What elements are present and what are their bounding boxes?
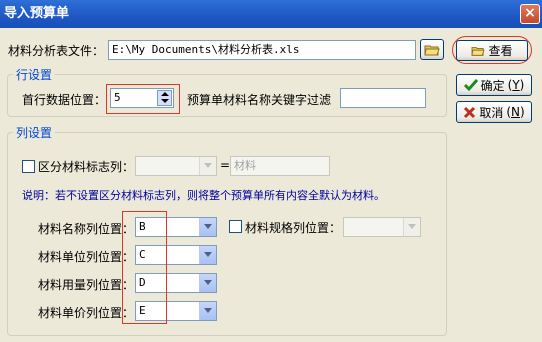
name-col-label: 材料名称列位置：: [38, 222, 135, 236]
ok-button-shortcut: (Y): [507, 78, 525, 92]
keyword-filter-label: 预算单材料名称关键字过滤: [187, 93, 332, 107]
col-settings-title: 列设置: [13, 124, 56, 141]
chevron-down-icon: [199, 246, 216, 264]
spec-col-label: 材料规格列位置：: [245, 221, 342, 235]
first-row-spinner[interactable]: 5: [110, 88, 174, 108]
chevron-down-icon: [199, 218, 216, 236]
chevron-down-icon: [199, 157, 216, 175]
first-row-label: 首行数据位置：: [22, 93, 107, 107]
chevron-down-icon: [199, 274, 216, 292]
column-values-highlight: [122, 211, 167, 324]
cancel-button-label: 取消: [479, 105, 504, 120]
file-path-input[interactable]: E:\My Documents\材料分析表.xls: [108, 40, 416, 60]
chevron-down-icon: [403, 218, 420, 236]
price-col-label: 材料单价列位置：: [38, 306, 135, 320]
browse-file-button[interactable]: [420, 39, 444, 60]
ok-button[interactable]: 确定 (Y): [456, 74, 532, 96]
material-flag-input[interactable]: 材料: [230, 156, 330, 176]
window-titlebar: 导入预算单 ×: [0, 0, 542, 28]
distinguish-select[interactable]: [135, 156, 217, 176]
cancel-button[interactable]: 取消 (N): [456, 101, 532, 123]
cancel-button-shortcut: (N): [506, 105, 525, 119]
note-text: 说明：若不设置区分材料标志列，则将整个预算单所有内容全默认为材料。: [22, 189, 385, 202]
check-icon: [463, 79, 478, 92]
first-row-value: 5: [114, 91, 121, 104]
cancel-icon: [464, 106, 476, 118]
spec-col-select[interactable]: [343, 217, 421, 237]
keyword-filter-input[interactable]: [340, 88, 426, 108]
window-title: 导入预算单: [4, 6, 70, 21]
row-settings-title: 行设置: [13, 66, 56, 83]
unit-col-label: 材料单位列位置：: [38, 250, 135, 264]
distinguish-checkbox[interactable]: [22, 160, 35, 173]
folder-icon: [424, 45, 440, 55]
spinner-arrows-icon[interactable]: [157, 90, 172, 106]
qty-col-label: 材料用量列位置：: [38, 278, 135, 292]
view-button-label: 查看: [488, 44, 513, 58]
view-button[interactable]: 查看: [456, 40, 528, 61]
distinguish-label: 区分材料标志列：: [38, 160, 135, 174]
folder-icon: [471, 46, 486, 56]
ok-button-label: 确定: [480, 78, 505, 93]
file-label: 材料分析表文件：: [8, 44, 105, 58]
spec-col-checkbox[interactable]: [229, 220, 242, 233]
close-icon[interactable]: ×: [520, 4, 540, 24]
chevron-down-icon: [199, 302, 216, 320]
equals-sign: =: [220, 158, 231, 172]
